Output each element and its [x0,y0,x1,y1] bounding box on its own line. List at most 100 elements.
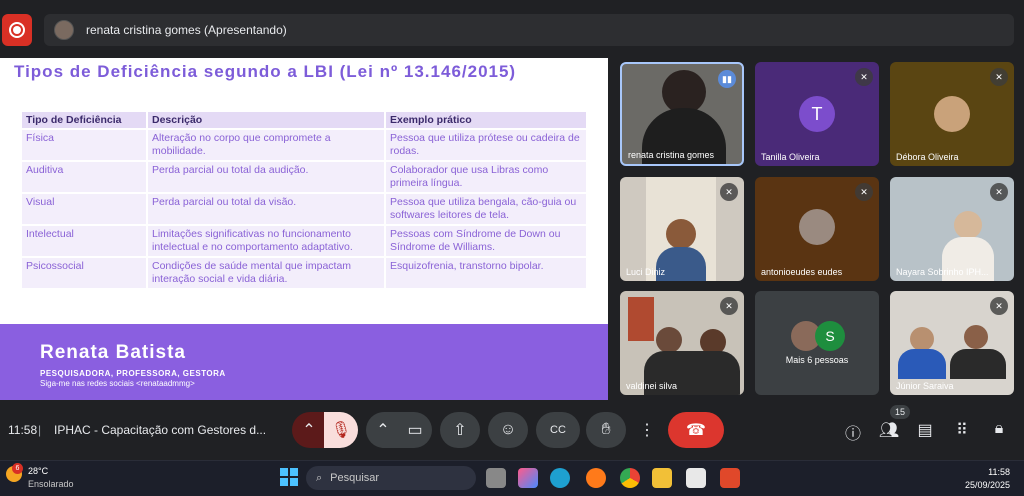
slide-title: Tipos de Deficiência segundo a LBI (Lei … [14,62,517,81]
file-explorer-icon[interactable] [652,468,672,488]
captions-button[interactable]: CC [536,412,580,448]
present-screen-button[interactable]: ⇧ [440,412,480,448]
participant-video [954,211,982,239]
hand-icon: ✋︎ [601,421,611,438]
shared-slide: Tipos de Deficiência segundo a LBI (Lei … [0,58,608,400]
start-button[interactable] [280,468,298,486]
table-row: Auditiva Perda parcial ou total da audiç… [22,162,586,192]
participant-name: antonioeudes eudes [761,267,843,277]
weather-temp: 28°C [28,466,49,476]
speaking-icon: ▮▮ [718,70,736,88]
table-header: Descrição [148,112,384,128]
table-header-row: Tipo de Deficiência Descrição Exemplo pr… [22,112,586,128]
more-people-label: Mais 6 pessoas [785,355,849,365]
host-controls-icon[interactable]: 🔒︎ [988,420,1010,438]
leave-call-button[interactable]: ☎︎ [668,412,724,448]
reactions-button[interactable]: ☺ [488,412,528,448]
firefox-icon[interactable] [586,468,606,488]
chat-icon[interactable]: ▤ [914,420,936,440]
search-icon: ⌕ [316,471,323,484]
mic-off-icon: ✕ [990,183,1008,201]
activities-icon[interactable]: ⠿ [951,420,973,440]
table-header: Tipo de Deficiência [22,112,146,128]
search-placeholder: Pesquisar [330,472,380,484]
hang-up-icon: ☎︎ [686,422,706,439]
record-icon [9,22,25,38]
table-cell: Alteração no corpo que compromete a mobi… [148,130,384,160]
mic-off-icon: ✕ [855,183,873,201]
camera-icon: ▭ [407,422,423,439]
participant-avatar [799,209,835,245]
mic-off-icon: 🎙︎ [330,422,352,439]
participant-name: Júnior Saraiva [896,381,954,391]
participant-video [910,327,934,351]
table-cell: Psicossocial [22,258,146,288]
meeting-time: 11:58 [8,423,38,437]
table-row: Física Alteração no corpo que compromete… [22,130,586,160]
mic-options-button[interactable]: ⌃ [292,412,326,448]
clock-time: 11:58 [988,467,1010,477]
participant-avatar: S [815,321,845,351]
footer-roles: PESQUISADORA, PROFESSORA, GESTORA [40,369,226,378]
mic-off-icon: ✕ [990,297,1008,315]
participant-tile-nayara[interactable]: ✕ Nayara Sobrinho IPH... [890,177,1014,281]
participant-name: Luci Diniz [626,267,666,277]
windows-taskbar [0,460,1024,496]
mic-off-icon: ✕ [990,68,1008,86]
participant-video [656,327,682,353]
weather-badge: 6 [12,463,23,474]
table-cell: Limitações significativas no funcionamen… [148,226,384,256]
table-row: Intelectual Limitações significativas no… [22,226,586,256]
participant-tile-renata[interactable]: ▮▮ renata cristina gomes [620,62,744,166]
camera-options-button[interactable]: ⌃ [366,412,400,448]
table-row: Psicossocial Condições de saúde mental q… [22,258,586,288]
participant-name: Tanilla Oliveira [761,152,820,162]
participant-avatar: T [799,96,835,132]
table-cell: Intelectual [22,226,146,256]
table-cell: Condições de saúde mental que impactam i… [148,258,384,288]
task-view-icon[interactable] [486,468,506,488]
chrome-icon[interactable] [620,468,640,488]
participant-name: renata cristina gomes [628,150,715,160]
deficiency-table: Tipo de Deficiência Descrição Exemplo pr… [20,110,588,290]
meeting-title: IPHAC - Capacitação com Gestores d... [54,423,267,437]
presenter-bar: renata cristina gomes (Apresentando) [44,14,1014,46]
footer-name: Renata Batista [40,342,186,363]
raise-hand-button[interactable]: ✋︎ [586,412,626,448]
people-icon[interactable]: 👥︎ [878,420,900,440]
participant-tile-valdinei[interactable]: ✕ valdinei silva [620,291,744,395]
table-cell: Pessoas com Síndrome de Down ou Síndrome… [386,226,586,256]
table-row: Visual Perda parcial ou total da visão. … [22,194,586,224]
table-cell: Perda parcial ou total da visão. [148,194,384,224]
table-cell: Visual [22,194,146,224]
clock-date: 25/09/2025 [964,480,1010,490]
present-icon: ⇧ [453,422,467,439]
table-header: Exemplo prático [386,112,586,128]
participant-tile-antonioeudes[interactable]: ✕ antonioeudes eudes [755,177,879,281]
participant-tile-luci[interactable]: ✕ Luci Diniz [620,177,744,281]
table-cell: Esquizofrenia, transtorno bipolar. [386,258,586,288]
table-cell: Auditiva [22,162,146,192]
participant-tile-more[interactable]: S Mais 6 pessoas [755,291,879,395]
table-cell: Colaborador que usa Libras como primeira… [386,162,586,192]
participant-name: valdinei silva [626,381,678,391]
mic-off-icon: ✕ [720,183,738,201]
table-cell: Pessoa que utiliza prótese ou cadeira de… [386,130,586,160]
participant-tile-tanilla[interactable]: T ✕ Tanilla Oliveira [755,62,879,166]
participant-tile-junior[interactable]: ✕ Júnior Saraiva [890,291,1014,395]
edge-icon[interactable] [550,468,570,488]
copilot-icon[interactable] [518,468,538,488]
weather-desc: Ensolarado [28,479,74,489]
taskbar-search[interactable]: ⌕ Pesquisar [306,466,476,490]
app-icon[interactable] [720,468,740,488]
people-count-badge: 15 [890,405,910,419]
recording-indicator[interactable] [2,14,32,46]
participant-tile-debora[interactable]: ✕ Débora Oliveira [890,62,1014,166]
app-icon[interactable] [686,468,706,488]
more-vert-icon: ⋮ [639,422,655,439]
table-cell: Pessoa que utiliza bengala, cão-guia ou … [386,194,586,224]
footer-social: Siga-me nas redes sociais <renataadmmg> [40,379,195,388]
info-icon[interactable]: ⓘ [842,420,864,444]
participant-avatar [934,96,970,132]
more-options-button[interactable]: ⋮ [634,412,660,448]
